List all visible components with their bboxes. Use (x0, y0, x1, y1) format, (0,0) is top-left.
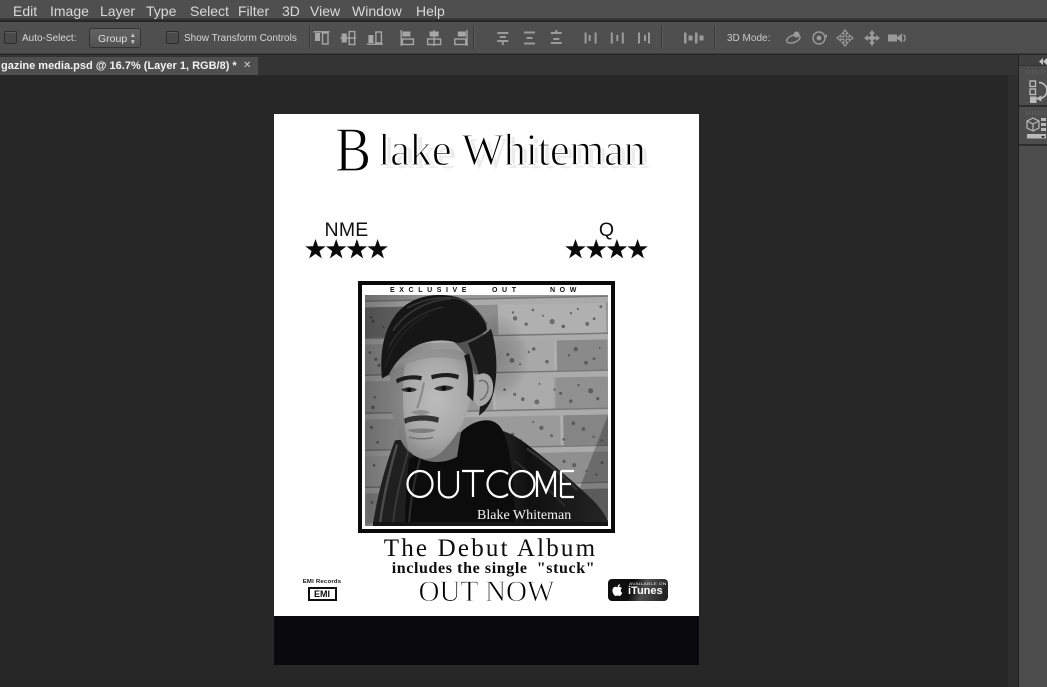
svg-text:Blake Whiteman: Blake Whiteman (477, 508, 571, 523)
